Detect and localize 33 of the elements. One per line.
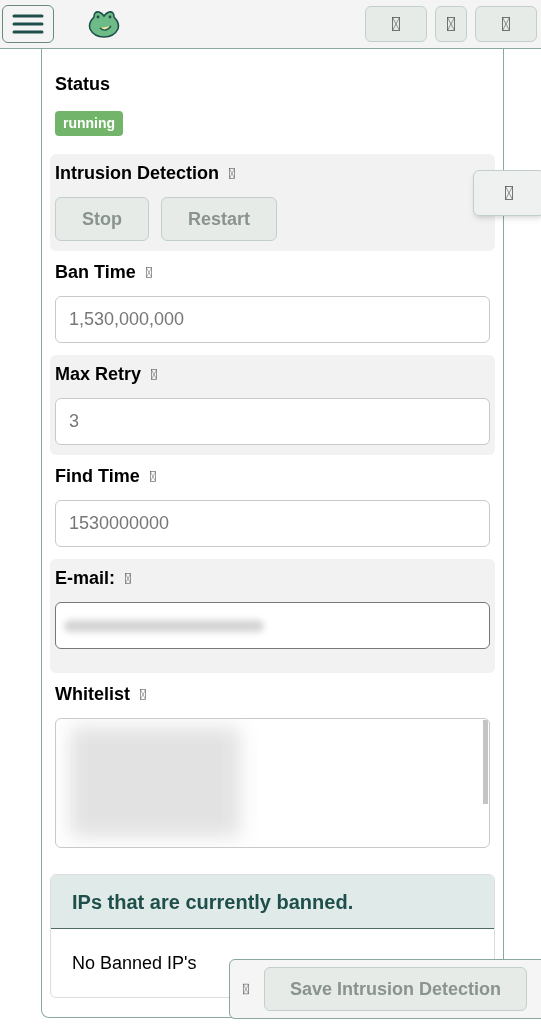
field-label: Intrusion Detection — [55, 162, 219, 185]
toolbar-button[interactable] — [435, 6, 467, 42]
missing-glyph-icon — [243, 983, 249, 995]
toolbar-button[interactable] — [475, 6, 537, 42]
field-label: Max Retry — [55, 363, 142, 386]
text-field[interactable]: 1,530,000,000 — [55, 296, 490, 343]
missing-glyph-icon — [505, 185, 513, 201]
field-label: Ban Time — [55, 261, 136, 284]
panel-title: IPs that are currently banned. — [72, 889, 354, 915]
field-label: Find Time — [55, 465, 140, 488]
missing-glyph-icon — [151, 369, 158, 380]
status-badge: running — [55, 111, 124, 136]
empty-message: No Banned IP's — [72, 951, 197, 975]
frog-logo-icon — [86, 9, 122, 39]
missing-glyph-icon — [145, 267, 152, 278]
whitelist-field[interactable] — [55, 718, 490, 848]
menu-icon — [12, 13, 44, 35]
missing-glyph-icon — [125, 573, 131, 584]
missing-glyph-icon — [447, 16, 455, 32]
missing-glyph-icon — [149, 471, 156, 482]
missing-glyph-icon — [140, 689, 146, 700]
missing-glyph-icon — [502, 16, 510, 32]
field-label: E-mail: — [55, 567, 115, 590]
field-label: Whitelist — [55, 683, 130, 706]
menu-button[interactable] — [2, 5, 54, 43]
side-tab-button[interactable] — [473, 170, 541, 216]
section-label: Status — [55, 73, 111, 96]
text-field[interactable]: 1530000000 — [55, 500, 490, 547]
email-field[interactable] — [55, 602, 490, 649]
toolbar-button[interactable] — [365, 6, 427, 42]
missing-glyph-icon — [392, 16, 400, 32]
text-field[interactable]: 3 — [55, 398, 490, 445]
missing-glyph-icon — [229, 168, 235, 179]
